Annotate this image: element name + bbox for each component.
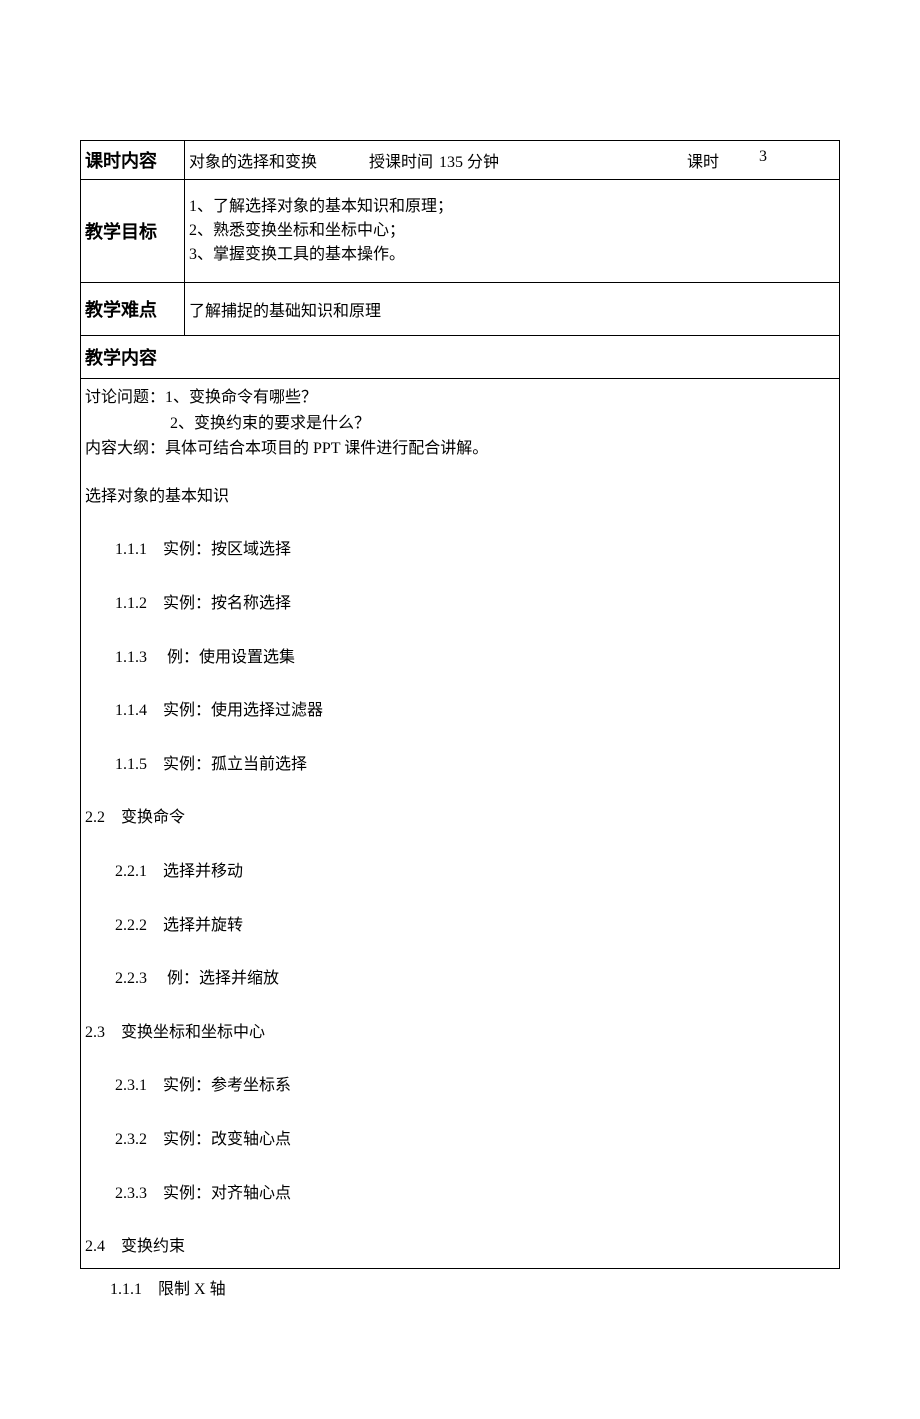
section-3-heading: 2.3 变换坐标和坐标中心	[85, 1020, 835, 1046]
content-body: 讨论问题：1、变换命令有哪些？ 2、变换约束的要求是什么？ 内容大纲：具体可结合…	[85, 385, 835, 1260]
lesson-plan-table: 课时内容 对象的选择和变换 授课时间 135 分钟 课时 3 教学目标 1、了解…	[80, 140, 840, 1269]
outline-item: 1.1.3 例：使用设置选集	[115, 645, 835, 671]
item-num: 2.3.2	[115, 1127, 147, 1153]
outline-item: 1.1.1 实例：按区域选择	[115, 537, 835, 563]
cell-content-heading: 教学内容	[81, 336, 840, 379]
item-num: 1.1.2	[115, 591, 147, 617]
row-lesson-content: 课时内容 对象的选择和变换 授课时间 135 分钟 课时 3	[81, 141, 840, 180]
item-text: 实例：改变轴心点	[163, 1131, 291, 1148]
item-text: 限制 X 轴	[158, 1281, 226, 1298]
item-text: 实例：对齐轴心点	[163, 1185, 291, 1202]
outline-item: 2.3.1 实例：参考坐标系	[115, 1073, 835, 1099]
item-num: 1.1.1	[110, 1281, 142, 1299]
objective-item: 2、熟悉变换坐标和坐标中心；	[189, 219, 835, 243]
item-num: 1.1.5	[115, 752, 147, 778]
item-num: 2.2.3	[115, 966, 147, 992]
item-num: 2.2.1	[115, 859, 147, 885]
outline-item: 2.2.1 选择并移动	[115, 859, 835, 885]
label-difficulty: 教学难点	[85, 300, 157, 320]
discussion-line-2: 2、变换约束的要求是什么？	[170, 411, 835, 437]
label-objectives: 教学目标	[85, 222, 157, 242]
period-value: 3	[759, 148, 799, 172]
objectives-list: 1、了解选择对象的基本知识和原理； 2、熟悉变换坐标和坐标中心； 3、掌握变换工…	[189, 195, 835, 267]
cell-label-content: 课时内容	[81, 141, 185, 180]
label-content: 课时内容	[85, 151, 157, 171]
document-page: 课时内容 对象的选择和变换 授课时间 135 分钟 课时 3 教学目标 1、了解…	[0, 0, 920, 1419]
outline-item: 2.2.2 选择并旋转	[115, 913, 835, 939]
item-text: 实例：按区域选择	[163, 541, 291, 558]
cell-objectives-value: 1、了解选择对象的基本知识和原理； 2、熟悉变换坐标和坐标中心； 3、掌握变换工…	[185, 180, 840, 283]
time-label: 授课时间	[369, 148, 439, 172]
cell-content-value: 对象的选择和变换 授课时间 135 分钟 课时 3	[185, 141, 840, 180]
content-heading: 教学内容	[85, 342, 835, 372]
outline-item: 1.1.4 实例：使用选择过滤器	[115, 698, 835, 724]
outline-item: 1.1.2 实例：按名称选择	[115, 591, 835, 617]
item-text: 实例：按名称选择	[163, 595, 291, 612]
objective-item: 1、了解选择对象的基本知识和原理；	[189, 195, 835, 219]
discussion-line-1: 讨论问题：1、变换命令有哪些？	[85, 385, 835, 411]
item-text: 实例：参考坐标系	[163, 1077, 291, 1094]
row-objectives: 教学目标 1、了解选择对象的基本知识和原理； 2、熟悉变换坐标和坐标中心； 3、…	[81, 180, 840, 283]
item-num: 1.1.3	[115, 645, 147, 671]
item-text: 实例：孤立当前选择	[163, 756, 307, 773]
lesson-title: 对象的选择和变换	[189, 148, 369, 172]
section-2-heading: 2.2 变换命令	[85, 805, 835, 831]
outline-item: 2.3.2 实例：改变轴心点	[115, 1127, 835, 1153]
item-text: 例：使用设置选集	[163, 649, 295, 666]
cell-content-body: 讨论问题：1、变换命令有哪些？ 2、变换约束的要求是什么？ 内容大纲：具体可结合…	[81, 379, 840, 1269]
item-num: 2.3.3	[115, 1181, 147, 1207]
outline-note: 内容大纲：具体可结合本项目的 PPT 课件进行配合讲解。	[85, 436, 835, 462]
time-value: 135 分钟	[439, 148, 544, 172]
item-text: 选择并移动	[163, 863, 243, 880]
outline-item: 2.2.3 例：选择并缩放	[115, 966, 835, 992]
item-num: 1.1.4	[115, 698, 147, 724]
row1-columns: 对象的选择和变换 授课时间 135 分钟 课时 3	[189, 148, 835, 172]
cell-difficulty-value: 了解捕捉的基础知识和原理	[185, 283, 840, 336]
item-text: 实例：使用选择过滤器	[163, 702, 323, 719]
row-content-heading: 教学内容	[81, 336, 840, 379]
item-num: 2.3.1	[115, 1073, 147, 1099]
difficulty-text: 了解捕捉的基础知识和原理	[189, 303, 381, 320]
item-num: 2.2.2	[115, 913, 147, 939]
cell-label-objectives: 教学目标	[81, 180, 185, 283]
cell-label-difficulty: 教学难点	[81, 283, 185, 336]
outline-item: 2.3.3 实例：对齐轴心点	[115, 1181, 835, 1207]
section-4-heading: 2.4 变换约束	[85, 1234, 835, 1260]
item-num: 1.1.1	[115, 537, 147, 563]
objective-item: 3、掌握变换工具的基本操作。	[189, 243, 835, 267]
period-label: 课时	[544, 148, 759, 172]
row-difficulty: 教学难点 了解捕捉的基础知识和原理	[81, 283, 840, 336]
outline-item: 1.1.5 实例：孤立当前选择	[115, 752, 835, 778]
section-1-heading: 选择对象的基本知识	[85, 484, 835, 510]
item-text: 例：选择并缩放	[163, 970, 279, 987]
row-content-body: 讨论问题：1、变换命令有哪些？ 2、变换约束的要求是什么？ 内容大纲：具体可结合…	[81, 379, 840, 1269]
item-text: 选择并旋转	[163, 917, 243, 934]
after-table-item: 1.1.1 限制 X 轴	[110, 1275, 840, 1299]
